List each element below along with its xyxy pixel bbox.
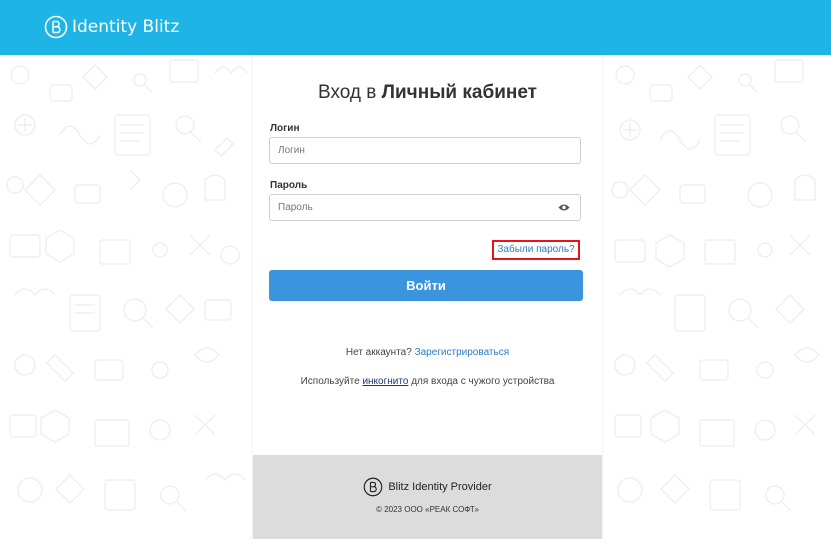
password-field-wrapper (269, 194, 581, 221)
top-header-bar: Identity Blitz (0, 0, 831, 55)
username-input[interactable] (270, 138, 548, 163)
brand-logo[interactable]: Identity Blitz (44, 14, 179, 40)
forgot-password-link[interactable]: Забыли пароль? (492, 240, 580, 260)
incognito-prefix: Используйте (300, 376, 360, 387)
login-card: Вход в Личный кабинет Логин Пароль Забыл… (253, 55, 602, 539)
incognito-link[interactable]: инкогнито (362, 376, 408, 387)
register-link[interactable]: Зарегистрироваться (415, 347, 510, 358)
blitz-b-logo-icon (44, 15, 68, 39)
title-prefix: Вход в (318, 82, 377, 103)
footer-product-name: Blitz Identity Provider (388, 481, 492, 493)
password-input[interactable] (270, 195, 548, 220)
brand-name: Identity Blitz (72, 17, 180, 37)
login-button[interactable]: Войти (269, 270, 583, 301)
password-label: Пароль (270, 180, 308, 191)
no-account-text: Нет аккаунта? (345, 347, 412, 358)
blitz-b-logo-icon (363, 477, 383, 497)
card-footer: Blitz Identity Provider © 2023 ООО «РЕАК… (253, 455, 602, 539)
title-bold: Личный кабинет (381, 82, 537, 103)
incognito-suffix: для входа с чужого устройства (411, 376, 555, 387)
page-title: Вход в Личный кабинет (253, 82, 602, 104)
no-account-row: Нет аккаунта? Зарегистрироваться (253, 347, 602, 358)
username-label: Логин (270, 123, 300, 134)
footer-brand: Blitz Identity Provider (253, 477, 602, 497)
footer-copyright: © 2023 ООО «РЕАК СОФТ» (376, 505, 479, 514)
eye-icon[interactable] (558, 203, 570, 212)
username-field-wrapper (269, 137, 581, 164)
incognito-hint: Используйте инкогнито для входа с чужого… (253, 376, 602, 387)
